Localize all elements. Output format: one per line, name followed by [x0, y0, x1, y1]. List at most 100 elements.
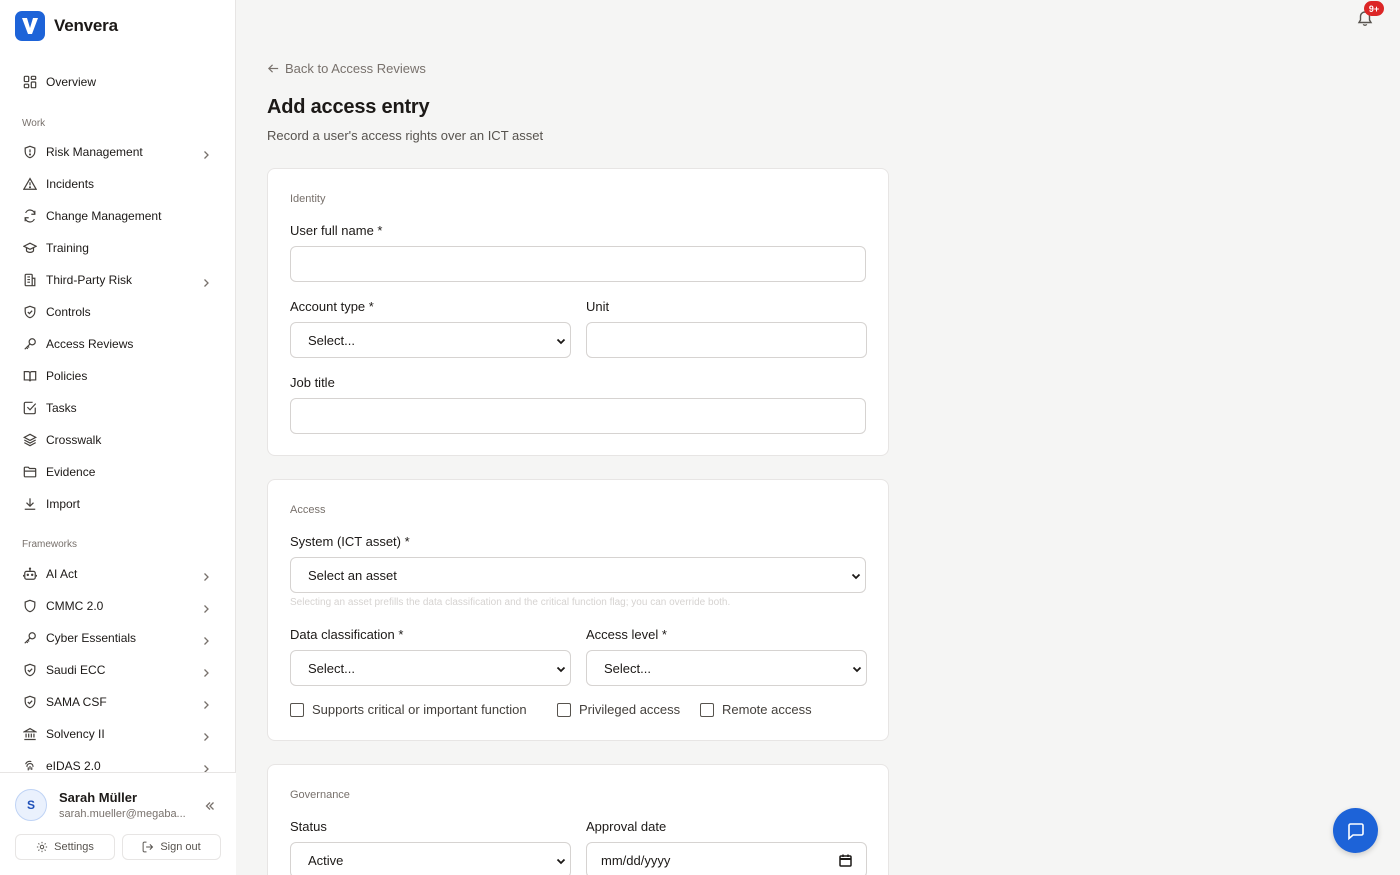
sidebar-item-cmmc[interactable]: CMMC 2.0 [15, 592, 220, 620]
sidebar-item-tasks[interactable]: Tasks [15, 394, 220, 422]
sidebar-item-solvency-ii[interactable]: Solvency II [15, 720, 220, 748]
checkbox-box[interactable] [557, 702, 571, 717]
venvera-logo-icon [22, 18, 38, 34]
alert-triangle-icon [23, 177, 37, 191]
back-link[interactable]: Back to Access Reviews [267, 61, 426, 76]
key-icon [23, 631, 37, 645]
user-name: Sarah Müller [59, 790, 138, 805]
sidebar-item-third-party-risk[interactable]: Third-Party Risk [15, 266, 220, 294]
sidebar-item-import[interactable]: Import [15, 490, 220, 518]
chevron-right-icon [201, 601, 211, 613]
unit-input[interactable] [586, 322, 867, 358]
unit-label: Unit [586, 299, 610, 314]
chat-button[interactable] [1333, 808, 1378, 853]
sidebar-item-label: Controls [46, 305, 91, 319]
data-classification-select[interactable]: Select... [290, 650, 571, 686]
section-title-identity: Identity [290, 193, 326, 205]
sidebar-item-training[interactable]: Training [15, 234, 220, 262]
privileged-access-checkbox[interactable]: Privileged access [557, 702, 680, 717]
brand-name: Venvera [54, 16, 118, 35]
sign-out-button[interactable]: Sign out [122, 834, 221, 860]
data-classification-value: Select... [308, 660, 355, 676]
sidebar-item-ai-act[interactable]: AI Act [15, 560, 220, 588]
brand-logo [15, 11, 45, 41]
access-level-value: Select... [604, 660, 651, 676]
chevron-right-icon [201, 147, 211, 159]
section-label-frameworks: Frameworks [22, 539, 78, 550]
checkbox-label: Privileged access [579, 702, 681, 717]
sidebar-item-access-reviews[interactable]: Access Reviews [15, 330, 220, 358]
fingerprint-icon [23, 759, 37, 773]
download-icon [23, 497, 37, 511]
avatar[interactable]: S [15, 789, 47, 821]
remote-access-checkbox[interactable]: Remote access [700, 702, 812, 717]
chevron-down-icon [555, 663, 567, 675]
brand[interactable]: Venvera [15, 11, 118, 41]
approval-date-input[interactable]: mm/dd/yyyy [586, 842, 867, 875]
sidebar-item-policies[interactable]: Policies [15, 362, 220, 390]
section-title-governance: Governance [290, 789, 350, 801]
graduation-cap-icon [23, 241, 37, 255]
chevron-right-icon [201, 729, 211, 741]
user-full-name-input[interactable] [290, 246, 866, 282]
sidebar-item-label: Evidence [46, 465, 96, 479]
sidebar-item-sama-csf[interactable]: SAMA CSF [15, 688, 220, 716]
book-icon [23, 369, 37, 383]
job-title-input[interactable] [290, 398, 866, 434]
sidebar-item-label: Training [46, 241, 89, 255]
collapse-sidebar-icon[interactable] [203, 799, 217, 813]
sidebar-item-label: Incidents [46, 177, 95, 191]
sidebar-item-label: eIDAS 2.0 [46, 759, 101, 773]
status-label: Status [290, 819, 327, 834]
sidebar-item-label: Cyber Essentials [46, 631, 137, 645]
chevron-down-icon [851, 663, 863, 675]
sidebar-item-label: AI Act [46, 567, 78, 581]
sidebar-item-controls[interactable]: Controls [15, 298, 220, 326]
checkbox-box[interactable] [290, 702, 304, 717]
sidebar-item-label: Import [46, 497, 81, 511]
notification-badge: 9+ [1364, 1, 1384, 16]
check-square-icon [23, 401, 37, 415]
sidebar-item-overview[interactable]: Overview [15, 68, 220, 96]
governance-card: Governance Status Active Approval date m… [267, 764, 889, 875]
data-classification-label: Data classification * [290, 627, 404, 642]
chevron-right-icon [201, 275, 211, 287]
sidebar-item-cyber-essentials[interactable]: Cyber Essentials [15, 624, 220, 652]
sidebar-item-change-management[interactable]: Change Management [15, 202, 220, 230]
status-select[interactable]: Active [290, 842, 571, 875]
critical-function-checkbox[interactable]: Supports critical or important function [290, 702, 527, 717]
access-level-select[interactable]: Select... [586, 650, 867, 686]
calendar-icon[interactable] [839, 854, 852, 867]
settings-button[interactable]: Settings [15, 834, 115, 860]
gear-icon [37, 841, 48, 853]
sidebar-item-label: Policies [46, 369, 88, 383]
key-icon [23, 337, 37, 351]
sidebar-item-incidents[interactable]: Incidents [15, 170, 220, 198]
access-card: Access System (ICT asset) * Select an as… [267, 479, 889, 741]
chevron-right-icon [201, 633, 211, 645]
system-select[interactable]: Select an asset [290, 557, 866, 593]
status-value: Active [308, 852, 344, 868]
checkbox-label: Remote access [722, 702, 812, 717]
sidebar-item-saudi-ecc[interactable]: Saudi ECC [15, 656, 220, 684]
sidebar-item-evidence[interactable]: Evidence [15, 458, 220, 486]
section-label-work: Work [22, 118, 46, 129]
sidebar-item-risk-management[interactable]: Risk Management [15, 138, 220, 166]
job-title-label: Job title [290, 375, 335, 390]
sidebar-item-label: Risk Management [46, 145, 143, 159]
chevron-down-icon [555, 335, 567, 347]
access-level-label: Access level * [586, 627, 667, 642]
shield-check-icon [23, 695, 37, 709]
account-type-select[interactable]: Select... [290, 322, 571, 358]
chevron-right-icon [201, 665, 211, 677]
sidebar-item-crosswalk[interactable]: Crosswalk [15, 426, 220, 454]
sidebar-item-label: Solvency II [46, 727, 105, 741]
chevron-right-icon [201, 697, 211, 709]
checkbox-box[interactable] [700, 702, 714, 717]
user-email: sarah.mueller@megaba... [59, 808, 186, 820]
system-hint: Selecting an asset prefills the data cla… [290, 597, 731, 608]
sidebar-item-label: Crosswalk [46, 433, 102, 447]
sidebar-item-label: Third-Party Risk [46, 273, 133, 287]
sidebar-footer: S Sarah Müller sarah.mueller@megaba... S… [0, 772, 236, 875]
chevron-right-icon [201, 569, 211, 581]
